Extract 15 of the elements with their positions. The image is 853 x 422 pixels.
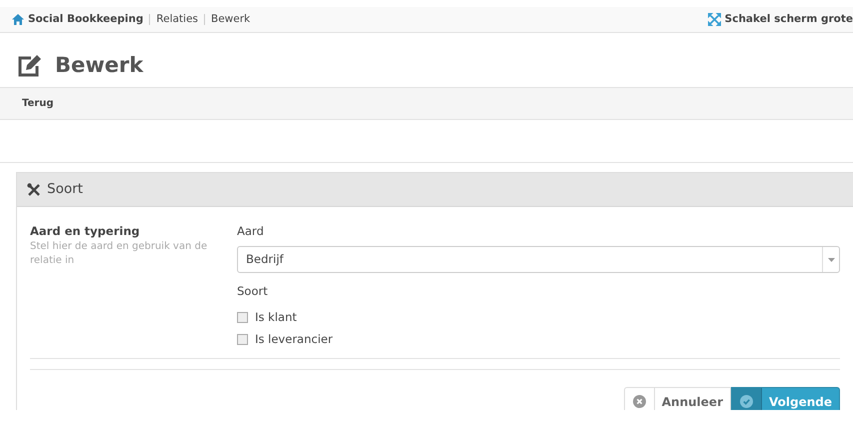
breadcrumb-link[interactable]: Relaties [156,12,198,28]
panel-title: Soort [47,180,83,200]
field-label: Soort [237,283,269,300]
back-link[interactable]: Terug [22,96,54,111]
checkbox-label: Is klant [255,308,297,326]
section-title: Aard en typering [30,223,141,240]
toggle-screen-link[interactable]: Schakel scherm grote [724,12,853,28]
checkbox-label: Is leverancier [255,330,333,348]
aard-select[interactable]: Bedrijf [237,246,840,274]
breadcrumb-current: Bewerk [211,12,250,27]
section-description: Stel hier de aard en gebruik van de relatie in [30,240,208,268]
cancel-button[interactable]: Annuleer [624,386,731,410]
home-link[interactable]: Social Bookkeeping [28,12,144,28]
field-label: Aard [237,223,265,240]
page-title: Bewerk [55,53,144,79]
